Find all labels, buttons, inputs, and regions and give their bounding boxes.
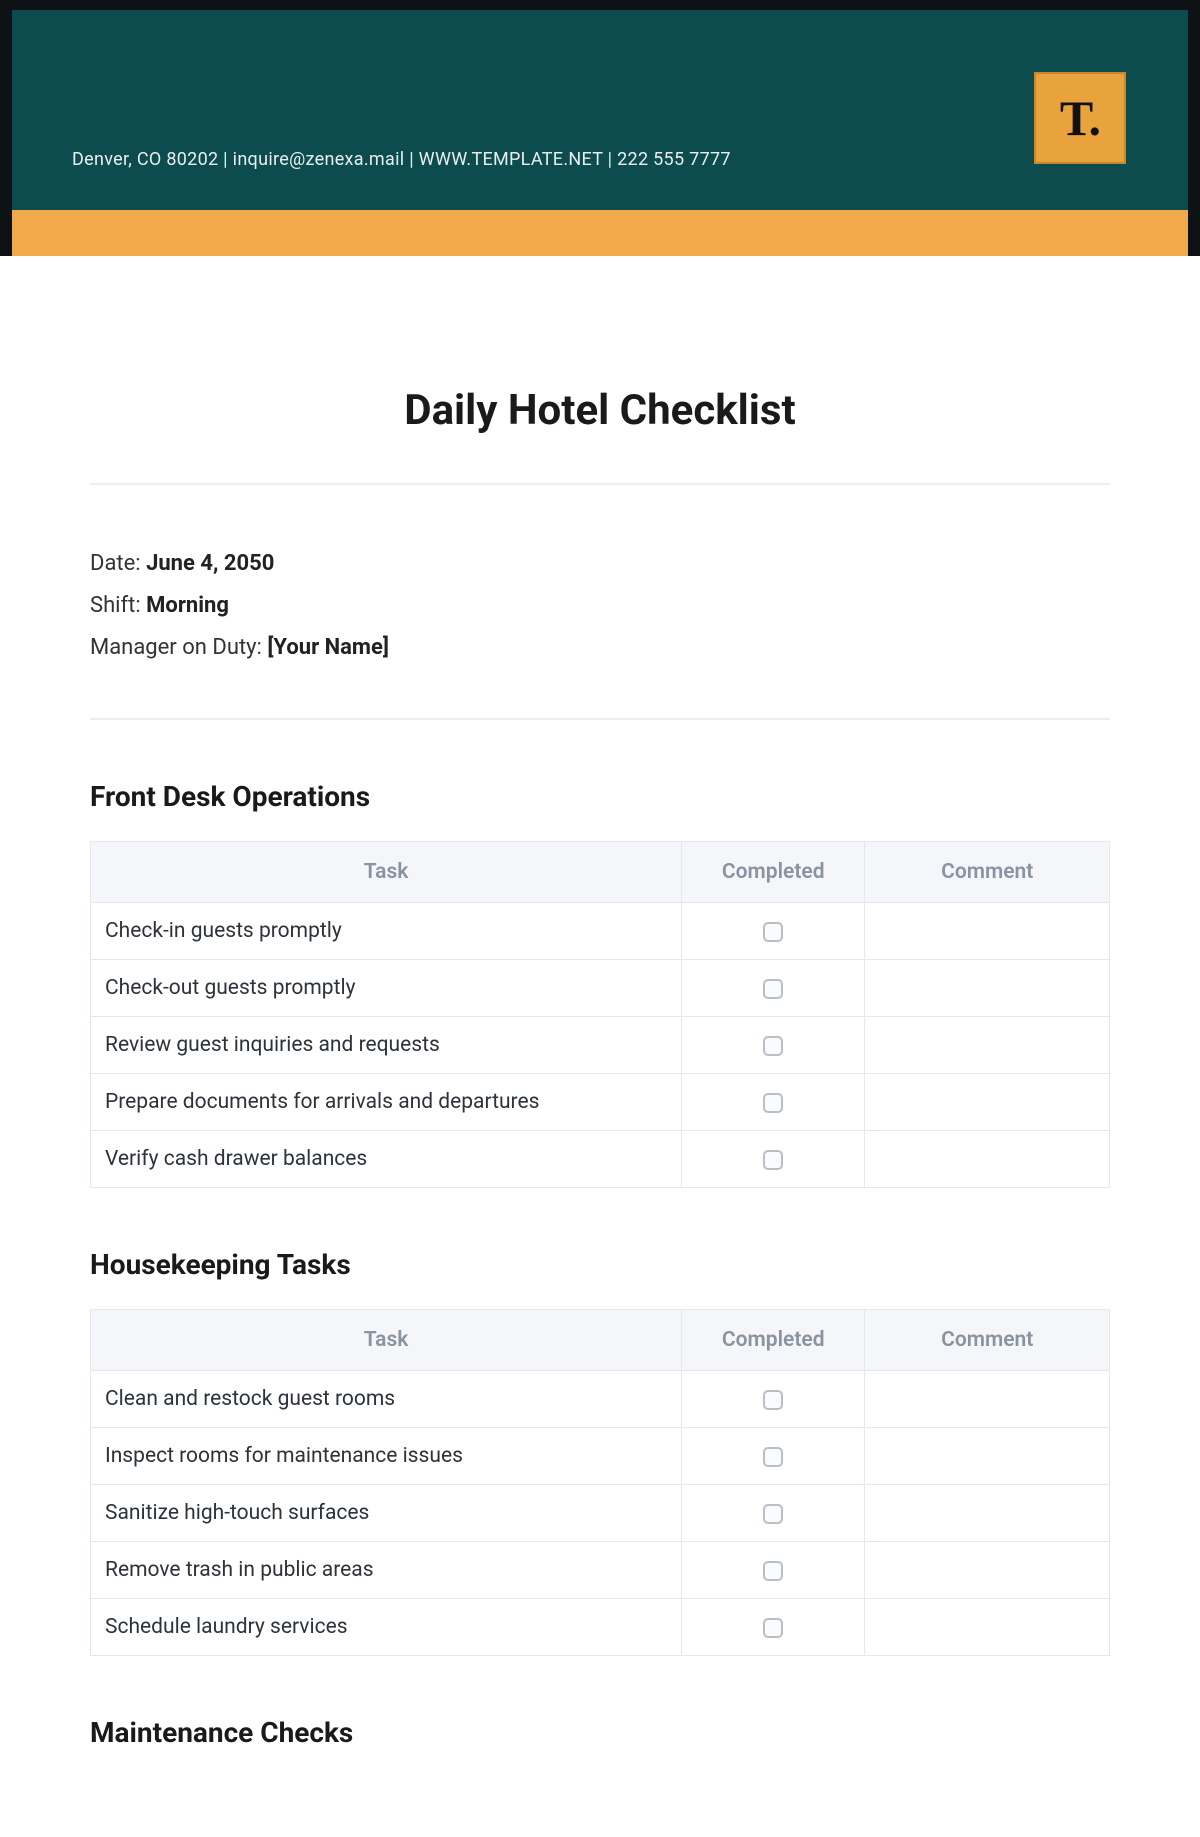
comment-cell[interactable] (865, 1542, 1110, 1599)
checkbox-icon[interactable] (763, 1150, 783, 1170)
manager-label: Manager on Duty: (90, 635, 267, 660)
checkbox-icon[interactable] (763, 1618, 783, 1638)
document-frame: Denver, CO 80202 | inquire@zenexa.mail |… (0, 0, 1200, 256)
completed-cell (682, 1485, 865, 1542)
checkbox-icon[interactable] (763, 1561, 783, 1581)
meta-date: Date: June 4, 2050 (90, 543, 1110, 585)
checklist-table: TaskCompletedComment Check-in guests prom… (90, 841, 1110, 1188)
comment-cell[interactable] (865, 1599, 1110, 1656)
column-header-completed: Completed (682, 842, 865, 903)
completed-cell (682, 1371, 865, 1428)
checkbox-icon[interactable] (763, 1504, 783, 1524)
page-title: Daily Hotel Checklist (90, 386, 1110, 435)
meta-block: Date: June 4, 2050 Shift: Morning Manage… (90, 485, 1110, 718)
meta-manager: Manager on Duty: [Your Name] (90, 627, 1110, 669)
checkbox-icon[interactable] (763, 1447, 783, 1467)
checklist-table: TaskCompletedComment Clean and restock gu… (90, 1309, 1110, 1656)
section-title: Maintenance Checks (90, 1716, 1110, 1749)
table-row: Remove trash in public areas (91, 1542, 1110, 1599)
comment-cell[interactable] (865, 1131, 1110, 1188)
table-row: Prepare documents for arrivals and depar… (91, 1074, 1110, 1131)
table-row: Clean and restock guest rooms (91, 1371, 1110, 1428)
checkbox-icon[interactable] (763, 922, 783, 942)
meta-shift: Shift: Morning (90, 585, 1110, 627)
comment-cell[interactable] (865, 1428, 1110, 1485)
comment-cell[interactable] (865, 1485, 1110, 1542)
contact-line: Denver, CO 80202 | inquire@zenexa.mail |… (72, 149, 731, 170)
date-value: June 4, 2050 (146, 551, 274, 576)
task-cell: Inspect rooms for maintenance issues (91, 1428, 682, 1485)
comment-cell[interactable] (865, 903, 1110, 960)
task-cell: Remove trash in public areas (91, 1542, 682, 1599)
column-header-comment: Comment (865, 842, 1110, 903)
manager-value: [Your Name] (267, 635, 389, 660)
comment-cell[interactable] (865, 1074, 1110, 1131)
header-banner: Denver, CO 80202 | inquire@zenexa.mail |… (12, 10, 1188, 210)
task-cell: Review guest inquiries and requests (91, 1017, 682, 1074)
section-title: Front Desk Operations (90, 780, 1110, 813)
task-cell: Schedule laundry services (91, 1599, 682, 1656)
logo-text: T. (1060, 89, 1100, 147)
table-row: Schedule laundry services (91, 1599, 1110, 1656)
table-row: Sanitize high-touch surfaces (91, 1485, 1110, 1542)
column-header-completed: Completed (682, 1310, 865, 1371)
task-cell: Check-in guests promptly (91, 903, 682, 960)
table-row: Inspect rooms for maintenance issues (91, 1428, 1110, 1485)
comment-cell[interactable] (865, 1371, 1110, 1428)
completed-cell (682, 1017, 865, 1074)
completed-cell (682, 960, 865, 1017)
section-title: Housekeeping Tasks (90, 1248, 1110, 1281)
brand-logo: T. (1034, 72, 1126, 164)
completed-cell (682, 1074, 865, 1131)
task-cell: Check-out guests promptly (91, 960, 682, 1017)
shift-label: Shift: (90, 593, 146, 618)
accent-bar (12, 210, 1188, 256)
completed-cell (682, 1131, 865, 1188)
completed-cell (682, 1542, 865, 1599)
table-row: Verify cash drawer balances (91, 1131, 1110, 1188)
date-label: Date: (90, 551, 146, 576)
comment-cell[interactable] (865, 1017, 1110, 1074)
column-header-task: Task (91, 1310, 682, 1371)
task-cell: Verify cash drawer balances (91, 1131, 682, 1188)
document-body: Daily Hotel Checklist Date: June 4, 2050… (0, 256, 1200, 1837)
table-row: Check-in guests promptly (91, 903, 1110, 960)
column-header-comment: Comment (865, 1310, 1110, 1371)
checkbox-icon[interactable] (763, 1093, 783, 1113)
checkbox-icon[interactable] (763, 979, 783, 999)
checkbox-icon[interactable] (763, 1036, 783, 1056)
shift-value: Morning (146, 593, 229, 618)
completed-cell (682, 1599, 865, 1656)
checkbox-icon[interactable] (763, 1390, 783, 1410)
column-header-task: Task (91, 842, 682, 903)
task-cell: Sanitize high-touch surfaces (91, 1485, 682, 1542)
table-row: Check-out guests promptly (91, 960, 1110, 1017)
task-cell: Prepare documents for arrivals and depar… (91, 1074, 682, 1131)
completed-cell (682, 1428, 865, 1485)
divider (90, 718, 1110, 720)
completed-cell (682, 903, 865, 960)
task-cell: Clean and restock guest rooms (91, 1371, 682, 1428)
table-row: Review guest inquiries and requests (91, 1017, 1110, 1074)
comment-cell[interactable] (865, 960, 1110, 1017)
